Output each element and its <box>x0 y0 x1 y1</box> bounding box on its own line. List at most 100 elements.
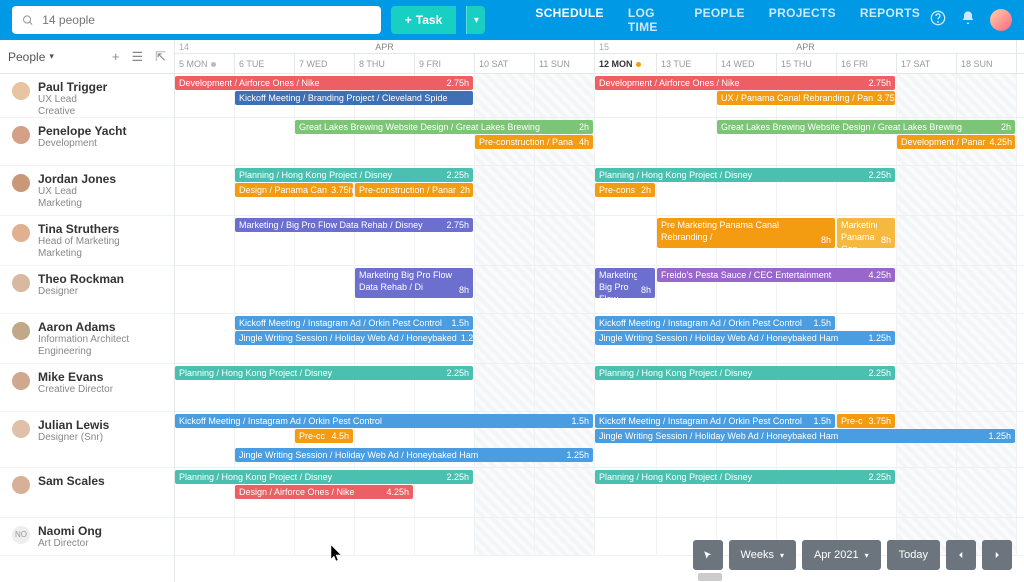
day-header[interactable]: 16 FRI <box>837 54 897 73</box>
schedule-cell[interactable] <box>957 216 1017 265</box>
schedule-cell[interactable] <box>415 518 475 555</box>
day-header[interactable]: 7 WED <box>295 54 355 73</box>
add-task-button[interactable]: +Task <box>391 6 456 34</box>
add-person-icon[interactable]: + <box>112 49 120 65</box>
schedule-cell[interactable] <box>355 518 415 555</box>
day-header[interactable]: 15 THU <box>777 54 837 73</box>
today-button[interactable]: Today <box>887 540 940 570</box>
schedule-cell[interactable] <box>957 468 1017 517</box>
day-header[interactable]: 11 SUN <box>535 54 595 73</box>
prev-button[interactable] <box>946 540 976 570</box>
schedule-cell[interactable] <box>295 266 355 313</box>
day-header[interactable]: 10 SAT <box>475 54 535 73</box>
schedule-cell[interactable] <box>235 518 295 555</box>
task-bar[interactable]: Kickoff Meeting / Instagram Ad / Orkin P… <box>175 414 593 428</box>
schedule-cell[interactable] <box>475 364 535 411</box>
task-bar[interactable]: Marketing Big Pro Flow8h <box>595 268 655 298</box>
schedule-cell[interactable] <box>535 266 595 313</box>
person-row[interactable]: Jordan JonesUX LeadMarketing <box>0 166 174 216</box>
schedule-cell[interactable] <box>897 266 957 313</box>
task-bar[interactable]: Planning / Hong Kong Project / Disney2.2… <box>595 168 895 182</box>
schedule-cell[interactable] <box>475 74 535 117</box>
export-icon[interactable]: ⇱ <box>155 49 166 65</box>
task-bar[interactable]: Pre Marketing Panama Canal Rebranding /8… <box>657 218 835 248</box>
task-bar[interactable]: Planning / Hong Kong Project / Disney2.2… <box>175 366 473 380</box>
person-row[interactable]: Tina StruthersHead of MarketingMarketing <box>0 216 174 266</box>
day-header[interactable]: 18 SUN <box>957 54 1017 73</box>
task-bar[interactable]: Planning / Hong Kong Project / Disney2.2… <box>595 366 895 380</box>
task-bar[interactable]: Pre-construction / Panar2h <box>355 183 473 197</box>
task-bar[interactable]: Design / Airforce Ones / Nike4.25h <box>235 485 413 499</box>
task-bar[interactable]: UX / Panama Canal Rebranding / Pan3.75h <box>717 91 895 105</box>
schedule-cell[interactable] <box>957 314 1017 363</box>
schedule-cell[interactable] <box>535 74 595 117</box>
month-picker-button[interactable]: Apr 2021 ▾ <box>802 540 881 570</box>
task-bar[interactable]: Kickoff Meeting / Branding Project / Cle… <box>235 91 473 105</box>
schedule-cell[interactable] <box>535 364 595 411</box>
day-header[interactable]: 6 TUE <box>235 54 295 73</box>
task-bar[interactable]: Great Lakes Brewing Website Design / Gre… <box>717 120 1015 134</box>
schedule-cell[interactable] <box>535 468 595 517</box>
task-bar[interactable]: Pre-cons2h <box>595 183 655 197</box>
schedule-cell[interactable] <box>475 216 535 265</box>
schedule-cell[interactable] <box>657 118 717 165</box>
person-row[interactable]: Julian LewisDesigner (Snr) <box>0 412 174 468</box>
schedule-cell[interactable] <box>235 266 295 313</box>
person-row[interactable]: NONaomi OngArt Director <box>0 518 174 556</box>
search-input[interactable] <box>42 13 371 27</box>
schedule-cell[interactable] <box>535 216 595 265</box>
schedule-cell[interactable] <box>475 314 535 363</box>
task-bar[interactable]: Marketing / Big Pro Flow Data Rehab / Di… <box>235 218 473 232</box>
task-bar[interactable]: Jingle Writing Session / Holiday Web Ad … <box>235 448 593 462</box>
task-bar[interactable]: Planning / Hong Kong Project / Disney2.2… <box>595 470 895 484</box>
task-bar[interactable]: Design / Panama Can3.75h <box>235 183 353 197</box>
schedule-cell[interactable] <box>595 518 657 555</box>
schedule-cell[interactable] <box>535 518 595 555</box>
day-header[interactable]: 13 TUE <box>657 54 717 73</box>
schedule-cell[interactable] <box>957 166 1017 215</box>
schedule-cell[interactable] <box>175 266 235 313</box>
task-bar[interactable]: Marketing Panama Can8h <box>837 218 895 248</box>
schedule-cell[interactable] <box>897 314 957 363</box>
schedule-cell[interactable] <box>235 118 295 165</box>
task-bar[interactable]: Freido's Pesta Sauce / CEC Entertainment… <box>657 268 895 282</box>
schedule-cell[interactable] <box>897 468 957 517</box>
task-bar[interactable]: Pre-c3.75h <box>837 414 895 428</box>
person-row[interactable]: Sam Scales <box>0 468 174 518</box>
task-bar[interactable]: Kickoff Meeting / Instagram Ad / Orkin P… <box>235 316 473 330</box>
schedule-cell[interactable] <box>957 266 1017 313</box>
bell-icon[interactable] <box>960 10 976 31</box>
schedule-cell[interactable] <box>295 518 355 555</box>
schedule-cell[interactable] <box>897 74 957 117</box>
day-header[interactable]: 14 WED <box>717 54 777 73</box>
task-bar[interactable]: Development / Airforce Ones / Nike2.75h <box>175 76 473 90</box>
people-dropdown[interactable]: People ▾ <box>8 50 54 64</box>
task-bar[interactable]: Pre-construction / Pana4h <box>475 135 593 149</box>
schedule-cell[interactable] <box>535 166 595 215</box>
task-bar[interactable]: Jingle Writing Session / Holiday Web Ad … <box>595 429 1015 443</box>
schedule-cell[interactable] <box>535 314 595 363</box>
day-header[interactable]: 12 MON <box>595 54 657 73</box>
search-box[interactable] <box>12 6 381 34</box>
list-icon[interactable]: ☰ <box>131 49 143 65</box>
day-header[interactable]: 9 FRI <box>415 54 475 73</box>
schedule-cell[interactable] <box>475 518 535 555</box>
view-weeks-button[interactable]: Weeks ▾ <box>729 540 796 570</box>
schedule-cell[interactable] <box>897 166 957 215</box>
schedule-cell[interactable] <box>475 266 535 313</box>
task-bar[interactable]: Pre-cc4.5h <box>295 429 353 443</box>
schedule-cell[interactable] <box>897 364 957 411</box>
task-bar[interactable]: Development / Airforce Ones / Nike2.75h <box>595 76 895 90</box>
help-icon[interactable] <box>930 10 946 31</box>
person-row[interactable]: Aaron AdamsInformation ArchitectEngineer… <box>0 314 174 364</box>
schedule-cell[interactable] <box>175 314 235 363</box>
schedule-cell[interactable] <box>595 216 657 265</box>
day-header[interactable]: 17 SAT <box>897 54 957 73</box>
task-bar[interactable]: Jingle Writing Session / Holiday Web Ad … <box>595 331 895 345</box>
schedule-cell[interactable] <box>175 216 235 265</box>
person-row[interactable]: Mike EvansCreative Director <box>0 364 174 412</box>
schedule-cell[interactable] <box>475 468 535 517</box>
next-button[interactable] <box>982 540 1012 570</box>
schedule-cell[interactable] <box>175 166 235 215</box>
schedule-cell[interactable] <box>957 74 1017 117</box>
